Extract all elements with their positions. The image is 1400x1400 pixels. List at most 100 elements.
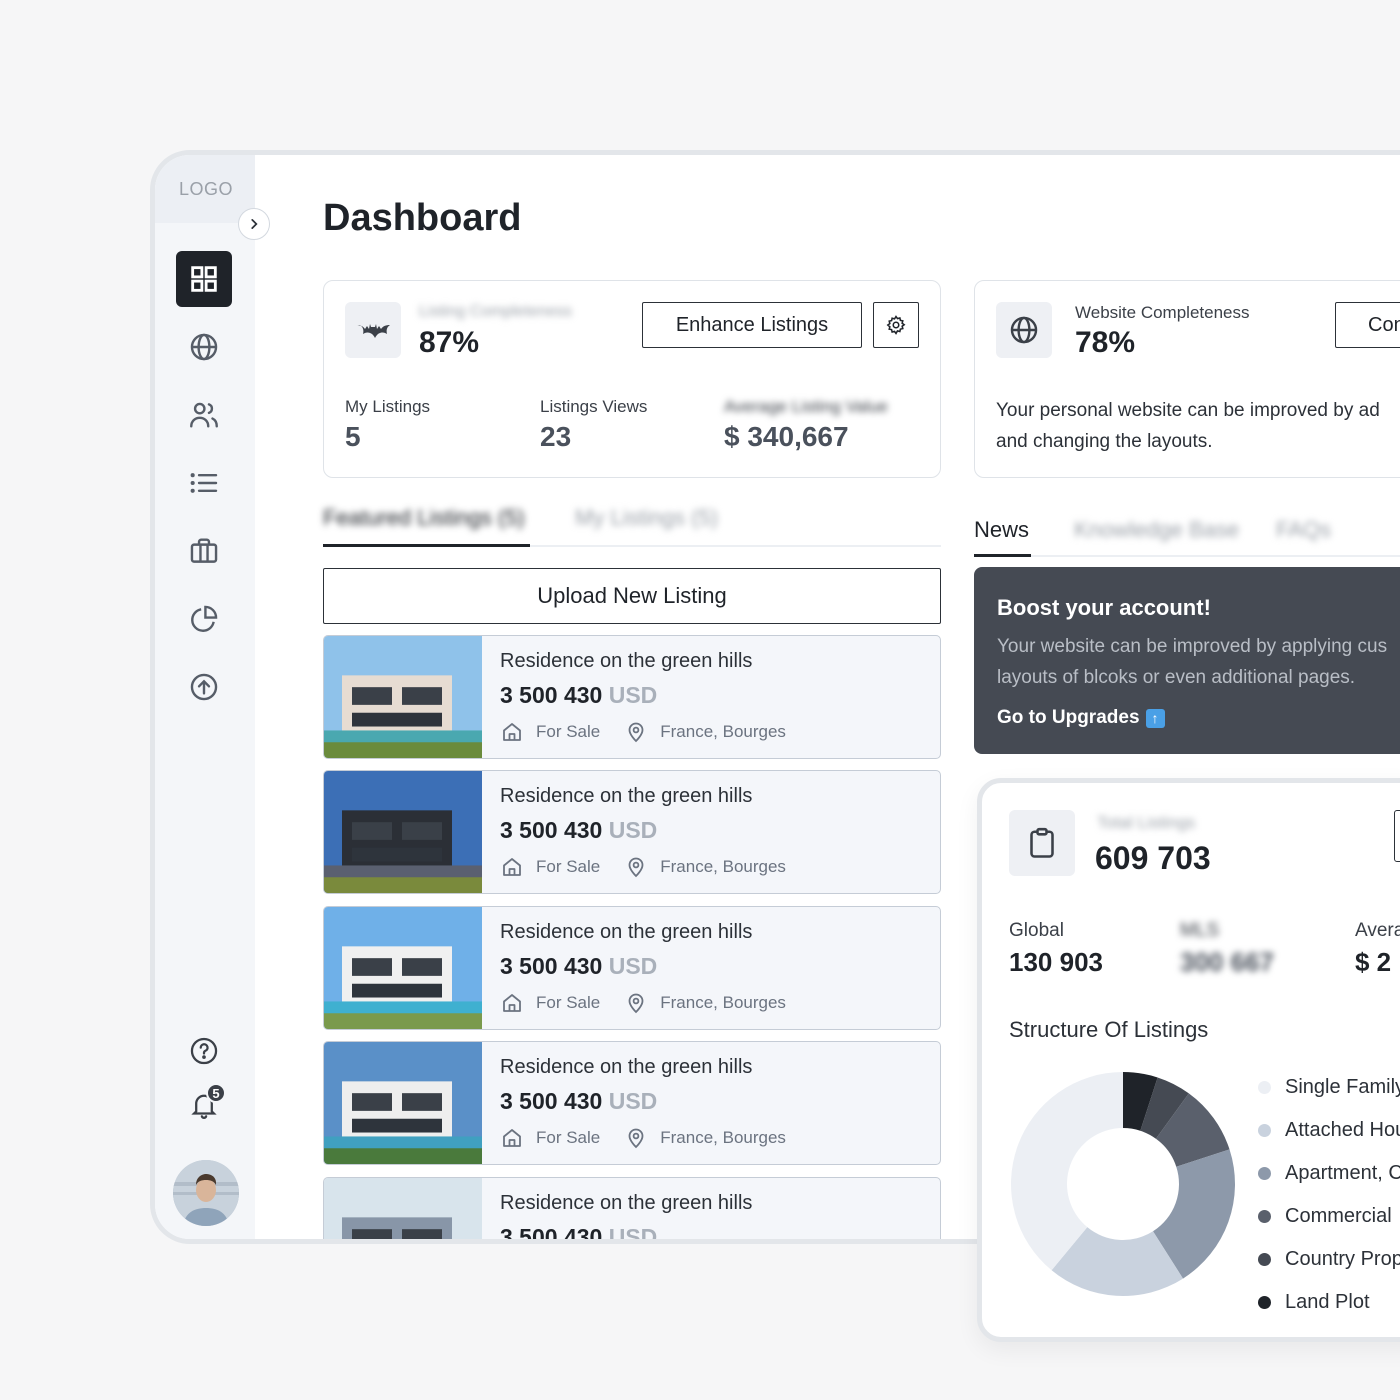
- listing-title: Residence on the green hills: [500, 650, 753, 672]
- my-listings-label: My Listings: [345, 397, 431, 416]
- location-pin-icon: [628, 993, 644, 1014]
- grid-icon: [191, 266, 217, 292]
- go-to-upgrades-label: Go to Upgrades: [997, 707, 1140, 728]
- listing-photo: [324, 636, 482, 758]
- legend-item: Country Prop: [1258, 1248, 1400, 1271]
- average-value: $ 2: [1355, 947, 1392, 977]
- listing-views-label: Listings Views: [540, 397, 648, 416]
- promo-title: Boost your account!: [997, 595, 1211, 620]
- tab-knowledge-base[interactable]: Knowledge Base: [1074, 517, 1239, 543]
- arrow-up-circle-icon: [190, 673, 218, 701]
- notifications-button[interactable]: 5: [176, 1077, 232, 1133]
- clipboard-icon: [1030, 827, 1054, 858]
- legend-label: Land Plot: [1285, 1291, 1370, 1313]
- tab-faqs[interactable]: FAQs: [1276, 517, 1331, 543]
- listing-currency: USD: [608, 817, 658, 843]
- legend-item: Apartment, C: [1258, 1162, 1400, 1185]
- promo-body: Your website can be improved by applying…: [997, 631, 1387, 693]
- listing-photo: [324, 1178, 482, 1239]
- listing-completeness-label: Listing Completeness: [419, 303, 572, 320]
- listing-card[interactable]: Residence on the green hills 3 500 430 U…: [323, 1041, 941, 1165]
- nav-website[interactable]: [176, 319, 232, 375]
- listing-price: 3 500 430 USD: [500, 1224, 658, 1244]
- active-tab-indicator: [323, 544, 530, 547]
- listing-location: France, Bourges: [660, 993, 786, 1012]
- help-circle-icon: [190, 1037, 218, 1065]
- listing-price: 3 500 430 USD: [500, 682, 658, 708]
- notification-count-badge: 5: [206, 1083, 226, 1103]
- tab-my-listings[interactable]: My Listings (5): [575, 505, 718, 531]
- global-value: 130 903: [1009, 947, 1103, 977]
- listing-title: Residence on the green hills: [500, 1192, 753, 1214]
- bat-logo-icon: [356, 324, 390, 338]
- listing-photo: [324, 771, 482, 893]
- logo: LOGO: [155, 155, 255, 223]
- mls-label: MLS: [1180, 920, 1220, 941]
- location-pin-icon: [628, 1128, 644, 1149]
- listing-meta: For Sale France, Bourges: [500, 720, 786, 744]
- average-listing-value-label: Average Listing Value: [724, 397, 888, 416]
- listing-card[interactable]: Residence on the green hills 3 500 430 U…: [323, 1177, 941, 1244]
- enhance-listings-button[interactable]: Enhance Listings: [642, 302, 862, 348]
- user-avatar[interactable]: [173, 1160, 239, 1226]
- listing-currency: USD: [608, 1088, 658, 1114]
- legend-dot: [1258, 1296, 1271, 1309]
- nav-dashboard[interactable]: [176, 251, 232, 307]
- help-button[interactable]: [176, 1023, 232, 1079]
- total-listings-label: Total Listings: [1097, 813, 1196, 832]
- listing-tabs: Featured Listings (5) My Listings (5): [323, 505, 941, 547]
- legend-item: Commercial: [1258, 1205, 1392, 1228]
- sidebar-toggle-button[interactable]: [238, 208, 270, 240]
- chevron-right-icon: [251, 219, 258, 229]
- list-icon: [190, 473, 218, 493]
- nav-contacts[interactable]: [176, 387, 232, 443]
- clipboard-icon-tile: [1009, 810, 1075, 876]
- average-listing-value: $ 340,667: [724, 421, 849, 452]
- listing-card[interactable]: Residence on the green hills 3 500 430 U…: [323, 635, 941, 759]
- home-icon: [503, 723, 521, 741]
- listing-meta: For Sale France, Bourges: [500, 1126, 786, 1150]
- listing-status: For Sale: [536, 857, 601, 876]
- home-icon: [503, 1129, 521, 1147]
- settings-button[interactable]: [873, 302, 919, 348]
- listing-location: France, Bourges: [660, 1128, 786, 1147]
- legend-dot: [1258, 1167, 1271, 1180]
- structure-donut-chart: [1011, 1072, 1235, 1296]
- upload-new-listing-button[interactable]: Upload New Listing: [323, 568, 941, 624]
- home-icon: [503, 858, 521, 876]
- listing-views-value: 23: [540, 421, 572, 452]
- total-listings-card: Total Listings 609 703 Global 130 903 ML…: [977, 778, 1400, 1342]
- listing-card[interactable]: Residence on the green hills 3 500 430 U…: [323, 906, 941, 1030]
- page-title: Dashboard: [323, 197, 522, 239]
- nav-upgrades[interactable]: [176, 659, 232, 715]
- sidebar: LOGO 5: [155, 155, 255, 1239]
- listing-currency: USD: [608, 1224, 658, 1244]
- legend-label: Country Prop: [1285, 1248, 1400, 1270]
- listing-card[interactable]: Residence on the green hills 3 500 430 U…: [323, 770, 941, 894]
- legend-item: Land Plot: [1258, 1291, 1370, 1314]
- nav-listings[interactable]: [176, 455, 232, 511]
- legend-item: Single Family: [1258, 1076, 1400, 1099]
- tab-featured-listings[interactable]: Featured Listings (5): [323, 505, 525, 531]
- total-listings-action-button[interactable]: [1394, 810, 1400, 862]
- listing-location: France, Bourges: [660, 857, 786, 876]
- tab-news[interactable]: News: [974, 517, 1029, 543]
- listing-currency: USD: [608, 953, 658, 979]
- listing-status: For Sale: [536, 993, 601, 1012]
- website-description-line: Your personal website can be improved by…: [996, 400, 1380, 421]
- global-label: Global: [1009, 920, 1064, 941]
- listing-meta: For Sale France, Bourges: [500, 855, 786, 879]
- website-action-button[interactable]: Con: [1335, 302, 1400, 348]
- users-icon: [190, 402, 218, 428]
- nav-portfolio[interactable]: [176, 523, 232, 579]
- listing-title: Residence on the green hills: [500, 1056, 753, 1078]
- globe-icon: [190, 333, 218, 361]
- listing-price: 3 500 430 USD: [500, 817, 658, 843]
- location-pin-icon: [628, 857, 644, 878]
- website-description: Your personal website can be improved by…: [996, 395, 1380, 457]
- go-to-upgrades-link[interactable]: Go to Upgrades ↑: [997, 707, 1165, 729]
- legend-label: Single Family: [1285, 1076, 1400, 1098]
- legend-dot: [1258, 1124, 1271, 1137]
- website-completeness-label: Website Completeness: [1075, 303, 1250, 322]
- nav-analytics[interactable]: [176, 591, 232, 647]
